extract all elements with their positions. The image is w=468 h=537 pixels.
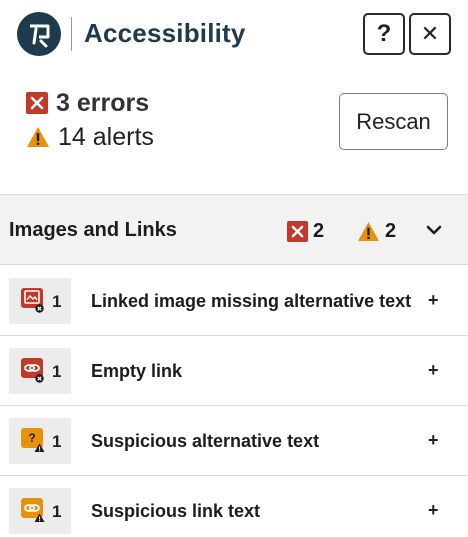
results-summary: 3 errors 14 alerts Rescan xyxy=(0,82,468,186)
panel-header: Accessibility ? ✕ xyxy=(0,0,468,72)
issue-row-suspicious-link-text[interactable]: 1 Suspicious link text + xyxy=(0,476,468,537)
expand-plus-icon[interactable]: + xyxy=(428,288,439,312)
close-icon: ✕ xyxy=(420,21,440,46)
errors-summary: 3 errors xyxy=(26,88,149,118)
group-title: Images and Links xyxy=(9,219,177,241)
issue-row-linked-image-missing-alt[interactable]: 1 Linked image missing alternative text … xyxy=(0,266,468,336)
suspicious-link-alert-icon xyxy=(21,498,45,522)
issue-label: Suspicious link text xyxy=(91,501,261,521)
pope-tech-logo-icon xyxy=(17,12,61,56)
empty-link-error-icon xyxy=(21,358,44,383)
issue-row-suspicious-alt-text[interactable]: ? 1 Suspicious alternative text + xyxy=(0,406,468,476)
error-icon xyxy=(287,220,308,242)
issue-icon-box: 1 xyxy=(9,278,71,324)
issue-label: Linked image missing alternative text xyxy=(91,291,412,311)
page-title: Accessibility xyxy=(84,18,246,48)
issue-icon-box: ? 1 xyxy=(9,418,71,464)
issue-count: 1 xyxy=(52,502,62,521)
issue-label: Empty link xyxy=(91,361,183,381)
issue-count: 1 xyxy=(52,362,62,381)
errors-count: 3 errors xyxy=(56,89,150,117)
expand-plus-icon[interactable]: + xyxy=(428,358,439,382)
alert-icon xyxy=(27,127,49,147)
group-alert-badge: 2 xyxy=(357,220,396,242)
group-error-badge: 2 xyxy=(287,220,324,242)
help-icon: ? xyxy=(376,20,392,47)
issue-icon-box: 1 xyxy=(9,348,71,394)
issue-count: 1 xyxy=(52,432,62,451)
rescan-button[interactable]: Rescan xyxy=(339,93,448,150)
chevron-down-icon[interactable] xyxy=(426,225,442,235)
issue-row-empty-link[interactable]: 1 Empty link + xyxy=(0,336,468,406)
expand-plus-icon[interactable]: + xyxy=(428,498,439,522)
header-divider xyxy=(71,17,72,51)
issue-count: 1 xyxy=(52,292,62,311)
alert-icon xyxy=(358,221,379,241)
close-button[interactable]: ✕ xyxy=(409,13,451,55)
suspicious-alt-alert-icon: ? xyxy=(21,428,45,452)
alerts-count: 14 alerts xyxy=(58,123,154,151)
help-button[interactable]: ? xyxy=(363,13,405,55)
alerts-summary: 14 alerts xyxy=(26,122,154,152)
group-header-images-and-links[interactable]: Images and Links 2 2 xyxy=(0,195,468,265)
svg-text:?: ? xyxy=(28,431,35,445)
group-alert-count: 2 xyxy=(385,220,397,242)
linked-image-error-icon xyxy=(21,288,44,313)
issue-icon-box: 1 xyxy=(9,488,71,534)
error-icon xyxy=(26,92,48,114)
expand-plus-icon[interactable]: + xyxy=(428,428,439,452)
issue-label: Suspicious alternative text xyxy=(91,431,320,451)
group-error-count: 2 xyxy=(313,220,325,242)
